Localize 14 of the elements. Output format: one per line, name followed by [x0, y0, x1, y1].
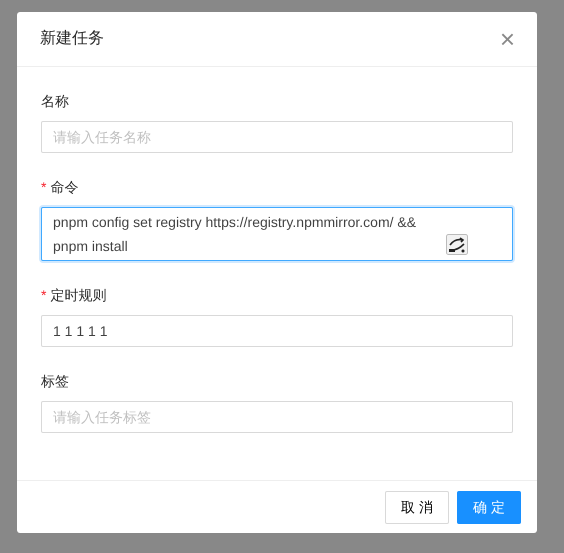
- dialog-title: 新建任务: [40, 28, 104, 49]
- close-button[interactable]: ×: [500, 26, 515, 52]
- input-field[interactable]: 1 1 1 1 1: [41, 315, 513, 347]
- input-field[interactable]: 请输入任务标签: [41, 401, 513, 433]
- required-mark: *: [41, 179, 46, 195]
- language-switch-icon[interactable]: [446, 234, 468, 255]
- input-field[interactable]: 请输入任务名称: [41, 121, 513, 153]
- cancel-button[interactable]: 取 消: [385, 491, 449, 524]
- field-label: 标签: [41, 372, 69, 391]
- field-label: 命令: [50, 178, 78, 197]
- field-label: 定时规则: [50, 286, 106, 305]
- command-field[interactable]: pnpm config set registry https://registry.npmmirror.com/ && pnpm install: [41, 207, 513, 261]
- field-label: 名称: [41, 92, 69, 111]
- required-mark: *: [41, 287, 46, 303]
